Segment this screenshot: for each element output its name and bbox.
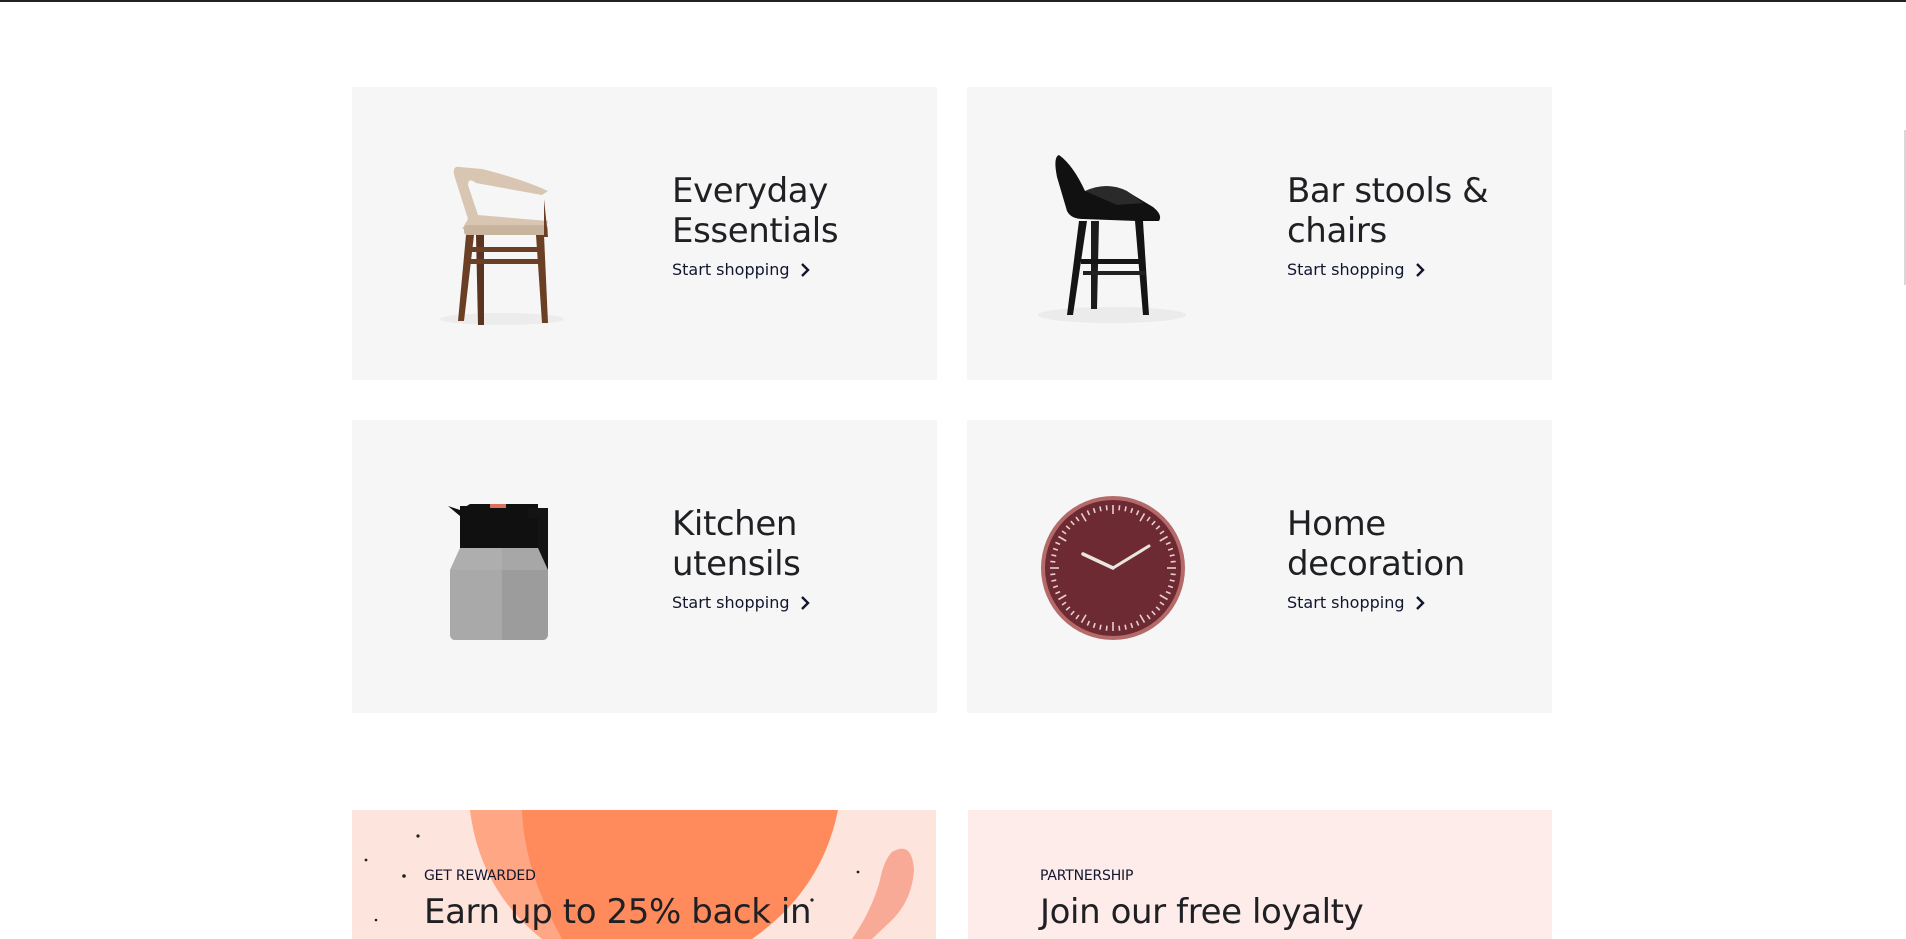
- category-title-line-1: Everyday: [672, 171, 828, 211]
- category-title-line-2: utensils: [672, 544, 801, 584]
- start-shopping-label: Start shopping: [672, 593, 790, 612]
- promo-card-partnership[interactable]: PARTNERSHIP Join our free loyalty: [968, 810, 1552, 939]
- clock-tick: [1169, 554, 1175, 557]
- clock-tick: [1051, 579, 1057, 582]
- start-shopping-link[interactable]: Start shopping: [1287, 260, 1426, 279]
- clock-tick: [1124, 506, 1127, 512]
- top-divider: [0, 0, 1906, 2]
- category-title: Kitchen utensils: [672, 504, 932, 584]
- clock-tick: [1124, 624, 1127, 630]
- chevron-right-icon: [800, 262, 810, 277]
- clock-tick: [1118, 505, 1121, 511]
- chevron-right-icon: [1415, 262, 1425, 277]
- category-card-everyday-essentials[interactable]: Everyday Essentials Start shopping: [352, 87, 937, 380]
- clock-tick: [1050, 573, 1056, 576]
- start-shopping-link[interactable]: Start shopping: [1287, 593, 1426, 612]
- clock-tick: [1105, 505, 1108, 511]
- category-title-line-2: chairs: [1287, 211, 1387, 251]
- promo-headline: Join our free loyalty: [1040, 892, 1364, 932]
- clock-tick: [1099, 624, 1102, 630]
- category-card-home-decoration[interactable]: Home decoration Start shopping: [967, 420, 1552, 713]
- promo-card-rewards[interactable]: GET REWARDED Earn up to 25% back in: [352, 810, 936, 939]
- jug-icon: [352, 420, 642, 713]
- category-title-line-1: Bar stools &: [1287, 171, 1489, 211]
- chair-icon: [352, 87, 642, 380]
- clock-tick: [1118, 625, 1121, 631]
- category-title: Everyday Essentials: [672, 171, 932, 251]
- start-shopping-link[interactable]: Start shopping: [672, 593, 811, 612]
- start-shopping-label: Start shopping: [1287, 260, 1405, 279]
- category-title-line-2: Essentials: [672, 211, 839, 251]
- clock-tick: [1050, 560, 1056, 563]
- clock-icon: [967, 420, 1257, 713]
- category-title: Bar stools & chairs: [1287, 171, 1547, 251]
- promo-eyebrow: GET REWARDED: [424, 868, 536, 884]
- clock-tick: [1105, 625, 1108, 631]
- start-shopping-link[interactable]: Start shopping: [672, 260, 811, 279]
- clock-tick: [1170, 560, 1176, 563]
- category-card-bar-stools-chairs[interactable]: Bar stools & chairs Start shopping: [967, 87, 1552, 380]
- armchair-icon: [967, 87, 1257, 380]
- category-title-line-1: Home: [1287, 504, 1386, 544]
- category-title: Home decoration: [1287, 504, 1547, 584]
- start-shopping-label: Start shopping: [1287, 593, 1405, 612]
- clock-tick: [1169, 579, 1175, 582]
- start-shopping-label: Start shopping: [672, 260, 790, 279]
- category-title-line-1: Kitchen: [672, 504, 797, 544]
- promo-eyebrow: PARTNERSHIP: [1040, 868, 1134, 884]
- chevron-right-icon: [800, 595, 810, 610]
- clock-tick: [1170, 573, 1176, 576]
- promo-headline: Earn up to 25% back in: [424, 892, 812, 932]
- category-card-kitchen-utensils[interactable]: Kitchen utensils Start shopping: [352, 420, 937, 713]
- chevron-right-icon: [1415, 595, 1425, 610]
- clock-tick: [1051, 554, 1057, 557]
- clock-tick: [1099, 506, 1102, 512]
- category-title-line-2: decoration: [1287, 544, 1465, 584]
